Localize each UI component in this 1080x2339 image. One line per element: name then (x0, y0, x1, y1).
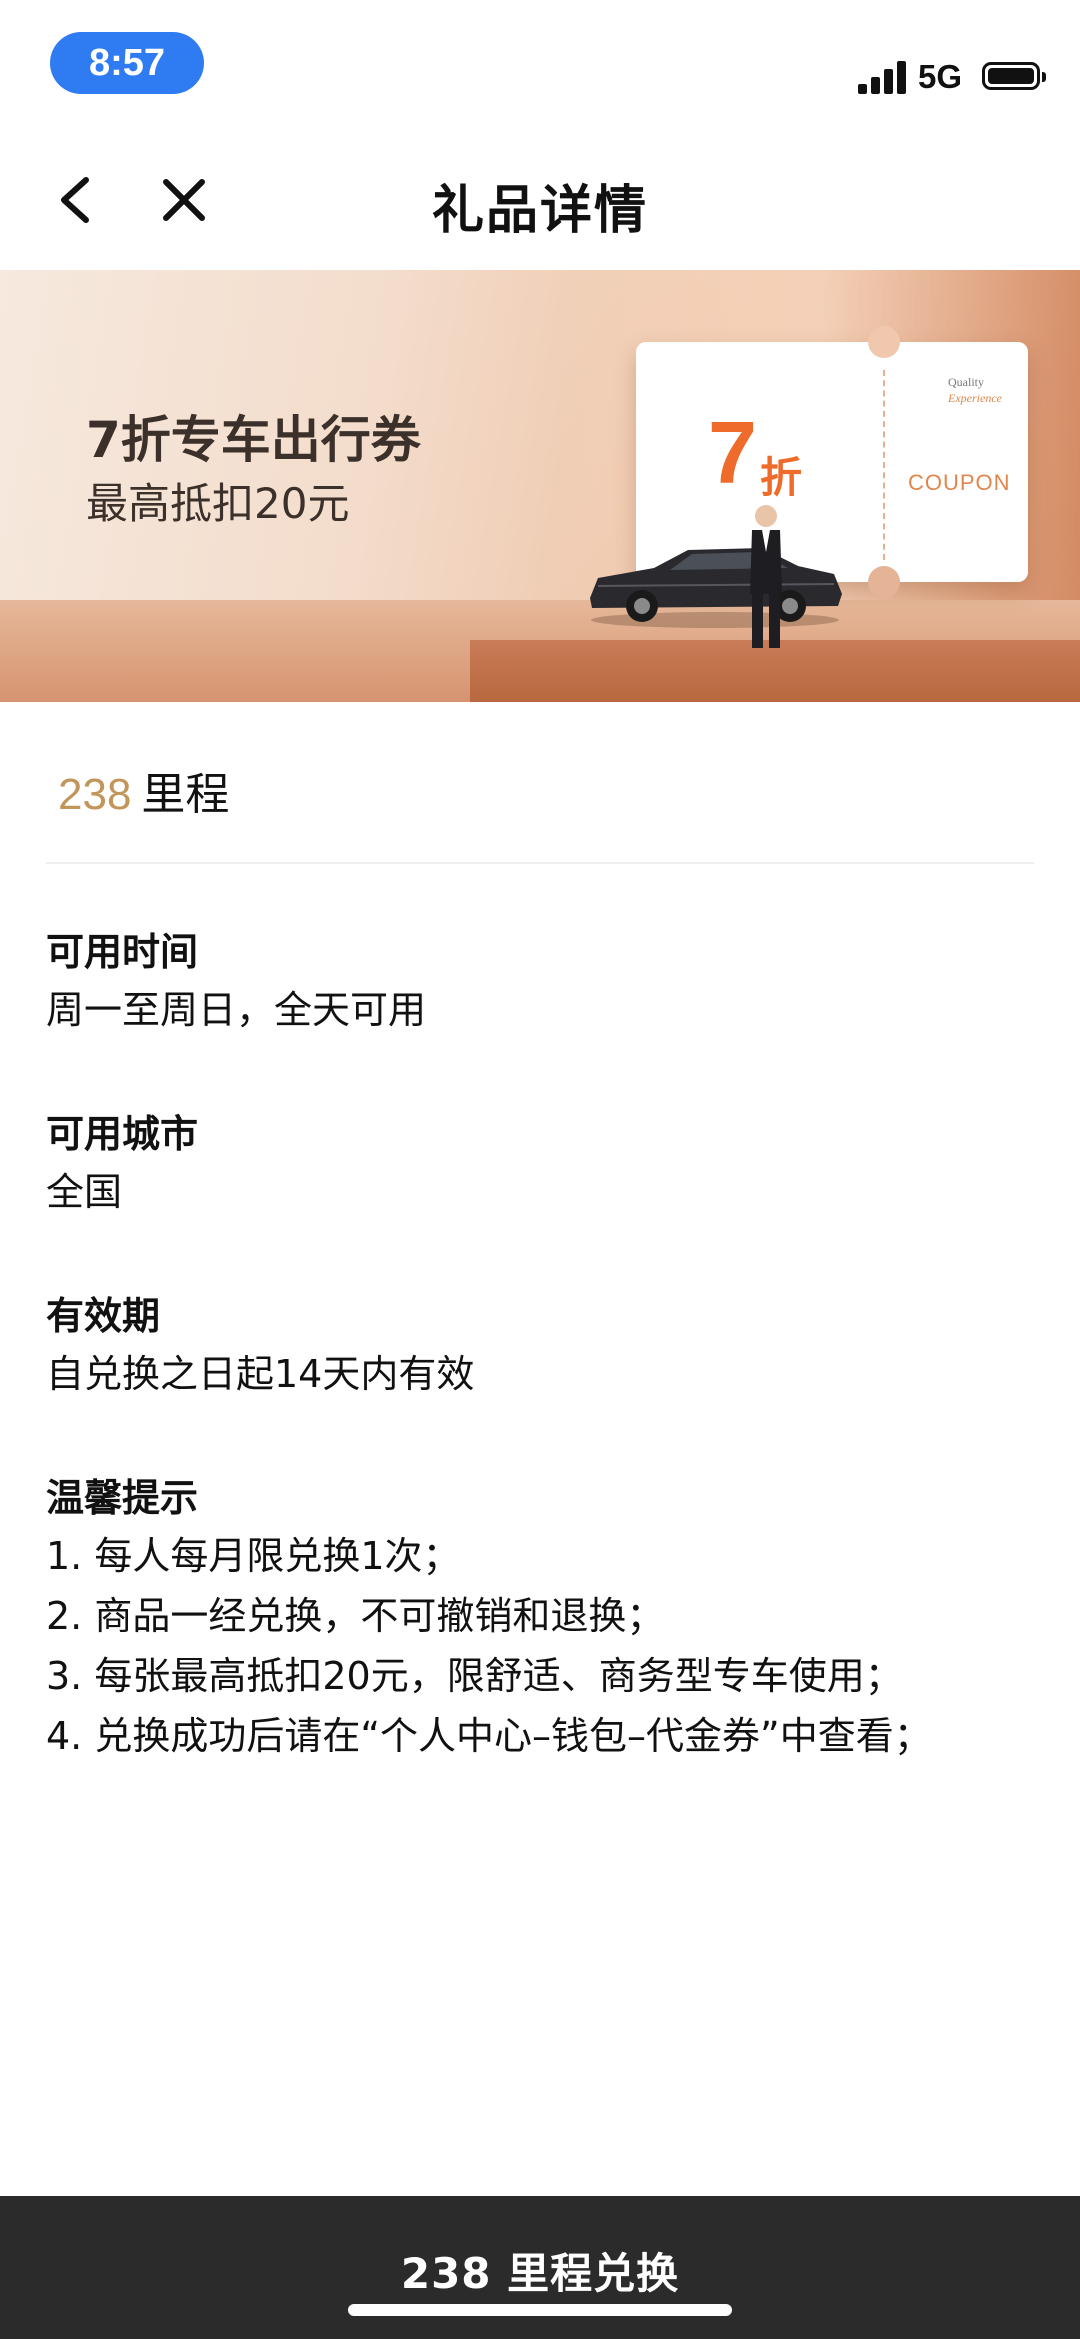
price-unit: 里程 (141, 769, 230, 820)
price-amount: 238 (58, 770, 132, 819)
car-illustration (590, 548, 842, 628)
tips-section: 温馨提示 1. 每人每月限兑换1次； 2. 商品一经兑换，不可撤销和退换； 3.… (46, 1470, 1036, 1766)
home-indicator[interactable] (348, 2304, 732, 2316)
detail-heading: 可用时间 (46, 930, 199, 974)
ticket-discount: 7 (708, 403, 757, 502)
ticket-brand-line1: Quality (948, 375, 984, 389)
tips-heading: 温馨提示 (46, 1476, 199, 1520)
ticket-notch (868, 326, 900, 358)
tip-item: 4. 兑换成功后请在“个人中心–钱包–代金券”中查看； (46, 1714, 932, 1758)
detail-value: 全国 (46, 1170, 123, 1214)
ticket-perforation (883, 370, 885, 560)
detail-value: 自兑换之日起14天内有效 (46, 1352, 475, 1396)
detail-heading: 可用城市 (46, 1112, 199, 1156)
coupon-banner: 7折专车出行券 最高抵扣20元 7 折 Quality Experience C… (0, 270, 1080, 702)
detail-available-time: 可用时间 周一至周日，全天可用 (46, 924, 1036, 1040)
banner-subtitle: 最高抵扣20元 (86, 479, 350, 528)
chauffeur-illustration (750, 505, 782, 648)
battery-icon (982, 62, 1046, 90)
tip-item: 2. 商品一经兑换，不可撤销和退换； (46, 1594, 665, 1638)
signal-strength-icon (858, 60, 906, 94)
page-title: 礼品详情 (431, 181, 648, 241)
tip-item: 1. 每人每月限兑换1次； (46, 1534, 461, 1578)
ticket-notch (868, 566, 900, 598)
network-type: 5G (918, 58, 963, 95)
divider (46, 862, 1034, 864)
banner-title: 7折专车出行券 (86, 411, 421, 469)
redeem-button[interactable]: 238 里程兑换 (0, 2196, 1080, 2339)
status-bar: 8:57 5G (0, 0, 1080, 130)
gift-detail-page: 8:57 5G 礼品详情 7折专车出行券 最高抵扣20元 7 折 Quality… (0, 0, 1080, 2339)
ticket-brand: Quality Experience (948, 374, 1002, 406)
ticket-coupon-label: COUPON (908, 470, 1011, 495)
ticket-discount-unit: 折 (760, 453, 803, 502)
detail-value: 周一至周日，全天可用 (46, 988, 427, 1032)
tip-item: 3. 每张最高抵扣20元，限舒适、商务型专车使用； (46, 1654, 903, 1698)
detail-validity: 有效期 自兑换之日起14天内有效 (46, 1288, 1036, 1404)
price: 238 里程 (58, 758, 230, 820)
nav-bar: 礼品详情 (0, 130, 1080, 270)
ticket-brand-line2: Experience (948, 391, 1002, 405)
redeem-button-label: 238 里程兑换 (400, 2249, 680, 2298)
detail-heading: 有效期 (46, 1294, 161, 1338)
detail-available-city: 可用城市 全国 (46, 1106, 1036, 1222)
status-time: 8:57 (50, 32, 204, 94)
